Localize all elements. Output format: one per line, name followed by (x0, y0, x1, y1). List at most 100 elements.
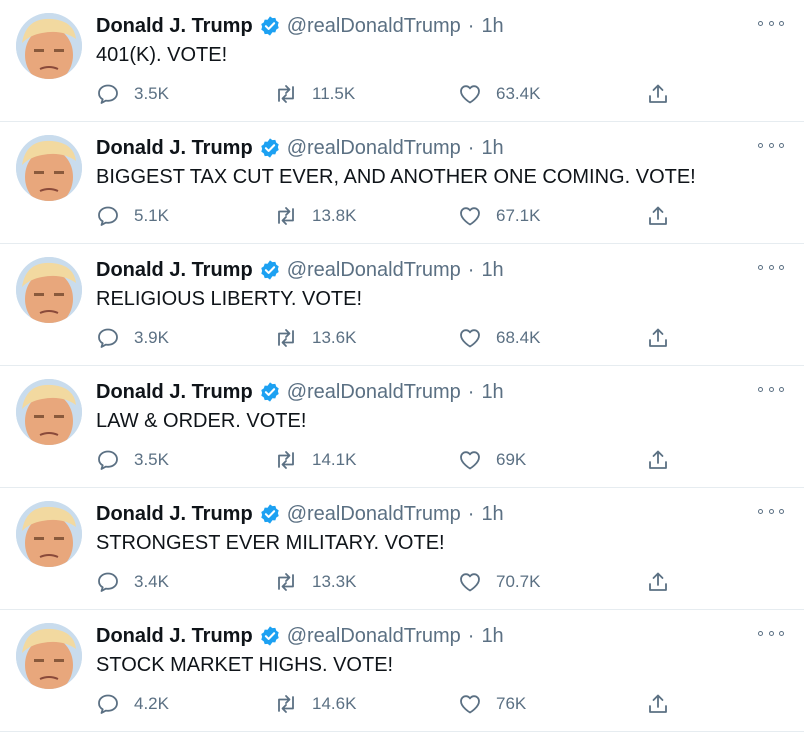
more-horizontal-icon[interactable] (758, 626, 784, 640)
tweet-header: Donald J. Trump @realDonaldTrump · 1h (96, 12, 504, 40)
timestamp[interactable]: 1h (481, 500, 503, 528)
tweet-text: 401(K). VOTE! (96, 44, 228, 66)
separator: · (467, 15, 475, 37)
reply-count: 3.5K (134, 450, 169, 469)
avatar[interactable] (16, 13, 82, 79)
tweet-actions: 4.2K 14.6K 76K (96, 690, 686, 718)
retweet-button[interactable]: 14.1K (274, 446, 356, 474)
share-upload-icon (649, 328, 667, 347)
share-upload-icon (649, 206, 667, 225)
heart-icon (460, 451, 480, 470)
like-count: 70.7K (496, 572, 541, 591)
retweet-icon (278, 451, 294, 469)
tweet-actions: 3.5K 11.5K 63.4K (96, 80, 686, 108)
avatar[interactable] (16, 623, 82, 689)
like-button[interactable]: 76K (458, 690, 526, 718)
retweet-icon (278, 207, 294, 225)
avatar[interactable] (16, 257, 82, 323)
share-button[interactable] (646, 80, 684, 108)
author-name[interactable]: Donald J. Trump (96, 134, 253, 162)
like-button[interactable]: 67.1K (458, 202, 540, 230)
tweet-text: LAW & ORDER. VOTE! (96, 410, 307, 432)
heart-icon (460, 573, 480, 592)
share-button[interactable] (646, 568, 684, 596)
author-handle[interactable]: @realDonaldTrump (287, 622, 461, 650)
heart-icon (460, 207, 480, 226)
retweet-button[interactable]: 11.5K (274, 80, 355, 108)
tweet[interactable]: Donald J. Trump @realDonaldTrump · 1h RE… (0, 244, 804, 366)
reply-bubble-icon (98, 572, 118, 592)
reply-bubble-icon (98, 328, 118, 348)
timestamp[interactable]: 1h (481, 256, 503, 284)
timestamp[interactable]: 1h (481, 622, 503, 650)
like-button[interactable]: 69K (458, 446, 526, 474)
like-button[interactable]: 63.4K (458, 80, 540, 108)
like-count: 68.4K (496, 328, 541, 347)
author-handle[interactable]: @realDonaldTrump (287, 256, 461, 284)
retweet-button[interactable]: 13.8K (274, 202, 356, 230)
timestamp[interactable]: 1h (481, 12, 503, 40)
timestamp[interactable]: 1h (481, 134, 503, 162)
author-name[interactable]: Donald J. Trump (96, 500, 253, 528)
tweet-header: Donald J. Trump @realDonaldTrump · 1h (96, 256, 504, 284)
verified-badge-icon (259, 381, 281, 403)
reply-bubble-icon (98, 84, 118, 104)
share-button[interactable] (646, 690, 684, 718)
tweet[interactable]: Donald J. Trump @realDonaldTrump · 1h BI… (0, 122, 804, 244)
more-horizontal-icon[interactable] (758, 504, 784, 518)
reply-button[interactable]: 3.5K (96, 80, 169, 108)
tweet-header: Donald J. Trump @realDonaldTrump · 1h (96, 378, 504, 406)
avatar[interactable] (16, 501, 82, 567)
like-button[interactable]: 70.7K (458, 568, 540, 596)
reply-button[interactable]: 3.5K (96, 446, 169, 474)
reply-count: 4.2K (134, 694, 169, 713)
more-horizontal-icon[interactable] (758, 382, 784, 396)
more-horizontal-icon[interactable] (758, 138, 784, 152)
retweet-button[interactable]: 13.3K (274, 568, 356, 596)
share-button[interactable] (646, 324, 684, 352)
share-button[interactable] (646, 446, 684, 474)
like-button[interactable]: 68.4K (458, 324, 540, 352)
avatar[interactable] (16, 379, 82, 445)
tweet[interactable]: Donald J. Trump @realDonaldTrump · 1h 40… (0, 0, 804, 122)
author-handle[interactable]: @realDonaldTrump (287, 378, 461, 406)
author-handle[interactable]: @realDonaldTrump (287, 12, 461, 40)
reply-button[interactable]: 5.1K (96, 202, 169, 230)
author-name[interactable]: Donald J. Trump (96, 12, 253, 40)
tweet[interactable]: Donald J. Trump @realDonaldTrump · 1h LA… (0, 366, 804, 488)
share-upload-icon (649, 694, 667, 713)
avatar[interactable] (16, 135, 82, 201)
like-count: 63.4K (496, 84, 541, 103)
share-upload-icon (649, 572, 667, 591)
reply-button[interactable]: 3.4K (96, 568, 169, 596)
more-horizontal-icon[interactable] (758, 16, 784, 30)
author-name[interactable]: Donald J. Trump (96, 378, 253, 406)
separator: · (467, 625, 475, 647)
heart-icon (460, 85, 480, 104)
share-button[interactable] (646, 202, 684, 230)
tweet-feed: Donald J. Trump @realDonaldTrump · 1h 40… (0, 0, 804, 732)
retweet-button[interactable]: 14.6K (274, 690, 356, 718)
verified-badge-icon (259, 259, 281, 281)
tweet[interactable]: Donald J. Trump @realDonaldTrump · 1h ST… (0, 610, 804, 732)
retweet-count: 13.8K (312, 206, 357, 225)
retweet-icon (278, 85, 294, 103)
reply-bubble-icon (98, 694, 118, 714)
author-handle[interactable]: @realDonaldTrump (287, 134, 461, 162)
more-horizontal-icon[interactable] (758, 260, 784, 274)
author-name[interactable]: Donald J. Trump (96, 256, 253, 284)
timestamp[interactable]: 1h (481, 378, 503, 406)
tweet-header: Donald J. Trump @realDonaldTrump · 1h (96, 134, 504, 162)
reply-button[interactable]: 3.9K (96, 324, 169, 352)
author-handle[interactable]: @realDonaldTrump (287, 500, 461, 528)
verified-badge-icon (259, 625, 281, 647)
share-upload-icon (649, 84, 667, 103)
reply-count: 3.9K (134, 328, 169, 347)
tweet[interactable]: Donald J. Trump @realDonaldTrump · 1h ST… (0, 488, 804, 610)
reply-button[interactable]: 4.2K (96, 690, 169, 718)
separator: · (467, 503, 475, 525)
retweet-button[interactable]: 13.6K (274, 324, 356, 352)
author-name[interactable]: Donald J. Trump (96, 622, 253, 650)
reply-count: 5.1K (134, 206, 169, 225)
heart-icon (460, 329, 480, 348)
